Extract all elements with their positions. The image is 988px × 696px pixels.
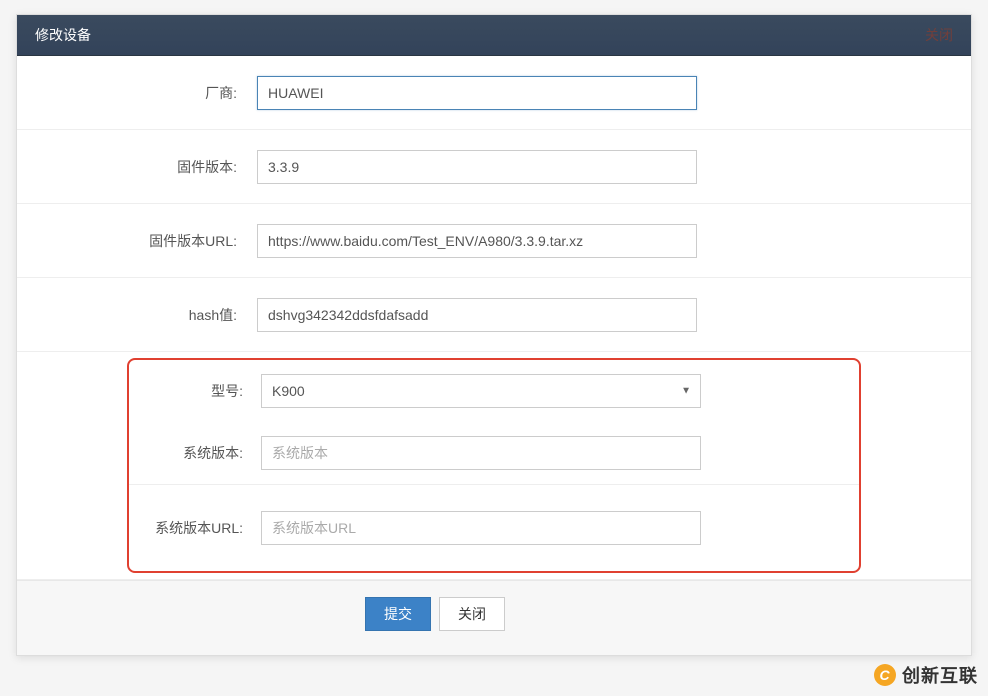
row-firmware-version: 固件版本:: [17, 130, 971, 204]
edit-device-modal: 修改设备 关闭 厂商: 固件版本: 固件版本URL: hash值: 型号:: [16, 14, 972, 656]
row-sys-version-url: 系统版本URL:: [129, 485, 859, 571]
modal-footer: 提交 关闭: [17, 580, 971, 655]
input-firmware-url[interactable]: [257, 224, 697, 258]
label-vendor: 厂商:: [47, 83, 257, 103]
row-vendor: 厂商:: [17, 56, 971, 130]
row-sys-version: 系统版本:: [129, 422, 859, 484]
label-sys-version: 系统版本:: [129, 443, 261, 463]
input-hash[interactable]: [257, 298, 697, 332]
highlighted-section-wrapper: 型号: K900 ▼ 系统版本: 系统版本URL:: [17, 358, 971, 580]
input-vendor[interactable]: [257, 76, 697, 110]
watermark-text: 创新互联: [902, 662, 978, 688]
watermark-icon: C: [874, 664, 896, 686]
label-model: 型号:: [129, 381, 261, 401]
input-sys-version-url[interactable]: [261, 511, 701, 545]
input-sys-version[interactable]: [261, 436, 701, 470]
label-sys-version-url: 系统版本URL:: [129, 518, 261, 538]
row-model: 型号: K900 ▼: [129, 360, 859, 422]
select-wrap-model: K900 ▼: [261, 374, 701, 408]
close-link[interactable]: 关闭: [925, 25, 953, 45]
label-firmware-version: 固件版本:: [47, 157, 257, 177]
row-hash: hash值:: [17, 278, 971, 352]
close-button[interactable]: 关闭: [439, 597, 505, 631]
label-firmware-url: 固件版本URL:: [47, 231, 257, 251]
label-hash: hash值:: [47, 305, 257, 325]
modal-header: 修改设备 关闭: [17, 15, 971, 56]
highlighted-section: 型号: K900 ▼ 系统版本: 系统版本URL:: [127, 358, 861, 573]
row-firmware-url: 固件版本URL:: [17, 204, 971, 278]
input-firmware-version[interactable]: [257, 150, 697, 184]
watermark: C 创新互联: [874, 662, 978, 688]
modal-body: 厂商: 固件版本: 固件版本URL: hash值: 型号: K900: [17, 56, 971, 580]
select-model[interactable]: K900: [261, 374, 701, 408]
modal-title: 修改设备: [35, 25, 91, 45]
submit-button[interactable]: 提交: [365, 597, 431, 631]
